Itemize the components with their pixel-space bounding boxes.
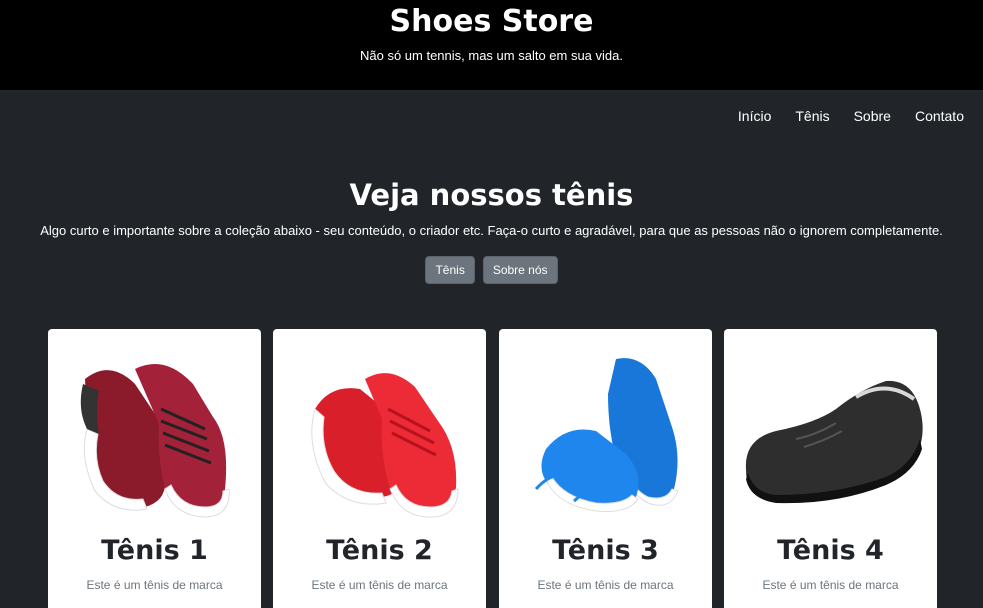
main-nav: Início Tênis Sobre Contato <box>738 108 964 125</box>
tenis-button[interactable]: Tênis <box>425 256 475 284</box>
red-sneakers-image <box>273 329 486 529</box>
product-card-1[interactable]: Tênis 1 Este é um tênis de marca <box>48 329 261 608</box>
site-title: Shoes Store <box>389 4 594 39</box>
card-text: Este é um tênis de marca <box>537 578 674 592</box>
card-title: Tênis 1 <box>101 535 208 566</box>
card-text: Este é um tênis de marca <box>762 578 899 592</box>
nav-link-contato[interactable]: Contato <box>915 108 964 125</box>
card-title: Tênis 3 <box>552 535 659 566</box>
product-card-4[interactable]: Tênis 4 Este é um tênis de marca <box>724 329 937 608</box>
card-text: Este é um tênis de marca <box>311 578 448 592</box>
nav-link-inicio[interactable]: Início <box>738 108 771 125</box>
red-black-sneakers-image <box>48 329 261 529</box>
card-text: Este é um tênis de marca <box>86 578 223 592</box>
hero-title: Veja nossos tênis <box>349 178 634 212</box>
card-title: Tênis 4 <box>777 535 884 566</box>
blue-sneakers-image <box>499 329 712 529</box>
nav-link-sobre[interactable]: Sobre <box>854 108 891 125</box>
card-title: Tênis 2 <box>326 535 433 566</box>
product-card-2[interactable]: Tênis 2 Este é um tênis de marca <box>273 329 486 608</box>
sobre-nos-button[interactable]: Sobre nós <box>482 256 558 284</box>
black-slip-on-shoe-image <box>724 329 937 529</box>
product-card-3[interactable]: Tênis 3 Este é um tênis de marca <box>499 329 712 608</box>
hero-description: Algo curto e importante sobre a coleção … <box>40 223 943 238</box>
hero-buttons: Tênis Sobre nós <box>0 256 983 284</box>
site-tagline: Não só um tennis, mas um salto em sua vi… <box>359 48 623 63</box>
nav-link-tenis[interactable]: Tênis <box>795 108 829 125</box>
site-header: Shoes Store Não só um tennis, mas um sal… <box>0 0 983 90</box>
